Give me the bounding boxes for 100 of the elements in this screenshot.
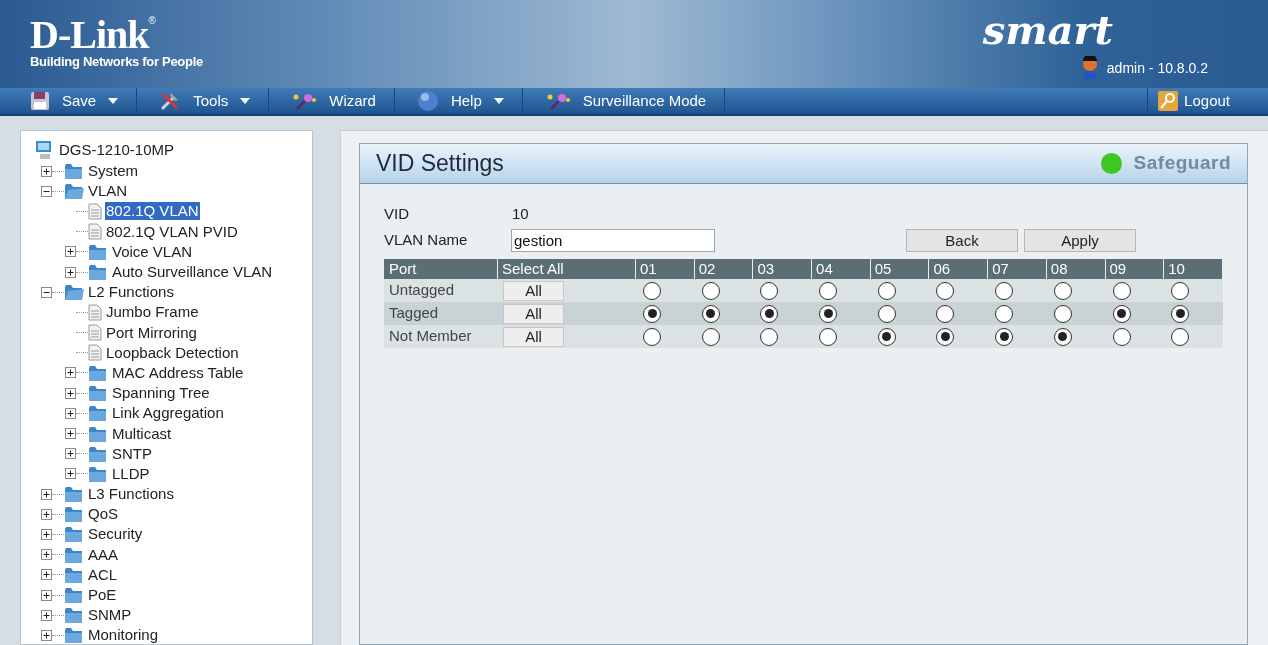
radio-button[interactable] (701, 281, 720, 300)
folder-icon (88, 444, 108, 463)
radio-button[interactable] (760, 281, 779, 300)
radio-button[interactable] (643, 281, 661, 300)
expand-icon[interactable] (41, 165, 52, 177)
caret-icon (108, 98, 119, 104)
action-button[interactable]: Apply (1024, 228, 1136, 252)
expand-icon[interactable] (65, 428, 76, 440)
radio-button[interactable] (995, 281, 1014, 300)
tree-item[interactable]: Auto Surveillance VLAN (111, 263, 274, 282)
radio-button[interactable] (877, 327, 896, 346)
expand-icon[interactable] (65, 448, 76, 460)
expand-icon[interactable] (65, 367, 76, 379)
tree-item[interactable]: PoE (87, 586, 118, 605)
expand-icon[interactable] (41, 528, 52, 540)
expand-icon[interactable] (41, 609, 52, 621)
tree-item[interactable]: 802.1Q VLAN (105, 202, 200, 221)
tree-item[interactable]: SNMP (87, 606, 133, 625)
action-button[interactable]: Back (906, 228, 1018, 252)
device-name[interactable]: DGS-1210-10MP (59, 138, 175, 162)
tree-item[interactable]: L2 Functions (87, 283, 175, 302)
tree-item[interactable]: QoS (87, 505, 119, 524)
folder-icon (64, 283, 84, 302)
expand-icon[interactable] (65, 387, 76, 399)
tree-item[interactable]: Jumbo Frame (105, 303, 200, 322)
collapse-icon[interactable] (41, 286, 52, 298)
folder-icon (64, 485, 84, 504)
radio-button[interactable] (936, 281, 955, 300)
tree-item[interactable]: Link Aggregation (111, 404, 225, 423)
tree-item[interactable]: Loopback Detection (105, 343, 240, 362)
radio-button[interactable] (877, 304, 896, 323)
expand-icon[interactable] (65, 246, 76, 258)
tree-item[interactable]: AAA (87, 545, 119, 564)
expand-icon[interactable] (65, 468, 76, 480)
folder-icon (88, 363, 108, 382)
radio-button[interactable] (1171, 281, 1190, 300)
radio-button[interactable] (819, 281, 838, 300)
select-all-button[interactable]: All (503, 326, 564, 347)
radio-button[interactable] (701, 304, 720, 323)
radio-button[interactable] (1112, 281, 1131, 300)
select-all-button[interactable]: All (503, 303, 564, 324)
vlan-name-field[interactable]: gestion (511, 228, 715, 252)
tree-item[interactable]: LLDP (111, 464, 151, 483)
logout-button[interactable]: Logout (1147, 88, 1268, 114)
radio-button[interactable] (701, 327, 720, 346)
expand-icon[interactable] (65, 266, 76, 278)
safeguard-label: Safeguard (1133, 151, 1231, 176)
tree-item[interactable]: Spanning Tree (111, 384, 211, 403)
folder-icon (64, 626, 84, 644)
radio-button[interactable] (643, 327, 661, 346)
tree-item[interactable]: VLAN (87, 182, 129, 201)
radio-button[interactable] (1112, 327, 1131, 346)
toolbar-button[interactable]: Surveillance Mode (522, 88, 726, 114)
key-icon (1158, 91, 1179, 111)
radio-button[interactable] (936, 304, 955, 323)
expand-icon[interactable] (41, 508, 52, 520)
radio-button[interactable] (936, 327, 955, 346)
radio-button[interactable] (643, 304, 661, 323)
row-label: Untagged (388, 280, 456, 301)
tree-item[interactable]: Monitoring (87, 626, 160, 644)
tree-item[interactable]: MAC Address Table (111, 363, 245, 382)
folder-icon (64, 586, 84, 605)
expand-icon[interactable] (41, 488, 52, 500)
tree-item[interactable]: SNTP (111, 444, 153, 463)
radio-button[interactable] (877, 281, 896, 300)
expand-icon[interactable] (41, 589, 52, 601)
tree-item[interactable]: System (87, 162, 139, 181)
vid-value: 10 (512, 203, 529, 224)
collapse-icon[interactable] (41, 185, 52, 197)
tree-item[interactable]: Security (87, 525, 144, 544)
toolbar-button[interactable]: Tools (137, 88, 270, 114)
toolbar-button[interactable]: Help (394, 88, 523, 114)
radio-button[interactable] (760, 304, 779, 323)
tree-item[interactable]: Multicast (111, 424, 173, 443)
tree-item[interactable]: ACL (87, 565, 119, 584)
radio-button[interactable] (760, 327, 779, 346)
expand-icon[interactable] (41, 549, 52, 561)
radio-button[interactable] (1053, 327, 1072, 346)
radio-button[interactable] (1171, 304, 1190, 323)
radio-button[interactable] (819, 304, 838, 323)
tagline: Building Networks for People (30, 54, 204, 70)
radio-button[interactable] (819, 327, 838, 346)
tree-item[interactable]: 802.1Q VLAN PVID (105, 222, 239, 241)
toolbar-button[interactable]: Wizard (269, 88, 395, 114)
radio-button[interactable] (1171, 327, 1190, 346)
tree-item[interactable]: L3 Functions (87, 485, 175, 504)
radio-button[interactable] (995, 327, 1014, 346)
tree-item[interactable]: Port Mirroring (105, 323, 198, 342)
expand-icon[interactable] (41, 569, 52, 581)
folder-icon (64, 505, 84, 524)
radio-button[interactable] (1112, 304, 1131, 323)
tree-item[interactable]: Voice VLAN (111, 242, 194, 261)
expand-icon[interactable] (41, 629, 52, 641)
toolbar-button[interactable]: Save (0, 88, 138, 114)
folder-icon (64, 565, 84, 584)
radio-button[interactable] (1053, 281, 1072, 300)
expand-icon[interactable] (65, 407, 76, 419)
select-all-button[interactable]: All (503, 280, 564, 301)
radio-button[interactable] (1053, 304, 1072, 323)
radio-button[interactable] (995, 304, 1014, 323)
